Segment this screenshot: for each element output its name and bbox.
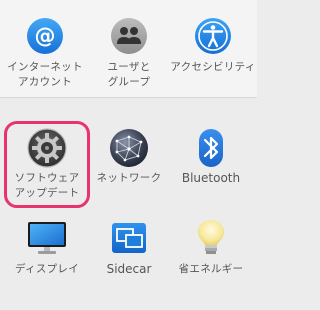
accessibility-icon xyxy=(193,16,233,60)
pane-bluetooth[interactable]: Bluetooth xyxy=(168,121,254,208)
section-divider xyxy=(0,97,257,98)
pane-label: Sidecar xyxy=(106,262,152,276)
pane-label: ネットワーク xyxy=(96,172,162,184)
pane-internet-accounts[interactable]: @ インターネット アカウント xyxy=(2,0,88,97)
at-sign-icon: @ xyxy=(25,16,65,60)
pane-accessibility[interactable]: アクセシビリティ xyxy=(170,0,256,97)
pane-displays[interactable]: ディスプレイ xyxy=(4,214,90,310)
sidecar-icon xyxy=(108,220,150,260)
pane-label: インターネット アカウント xyxy=(7,61,83,88)
pane-label: ユーザと グループ xyxy=(107,61,151,88)
pane-label: ディスプレイ xyxy=(14,263,80,275)
display-monitor-icon xyxy=(26,220,68,260)
pane-sidecar[interactable]: Sidecar xyxy=(86,214,172,310)
svg-text:@: @ xyxy=(35,24,56,48)
bluetooth-icon xyxy=(196,127,226,173)
gear-icon xyxy=(26,127,68,173)
light-bulb-icon xyxy=(195,218,227,262)
pane-label: 省エネルギー xyxy=(178,263,244,275)
pane-software-update[interactable]: ソフトウェア アップデート xyxy=(4,121,90,208)
pane-label: アクセシビリティ xyxy=(170,61,256,73)
pane-users-groups[interactable]: ユーザと グループ xyxy=(86,0,172,97)
users-icon xyxy=(109,16,149,60)
pane-network[interactable]: ネットワーク xyxy=(86,121,172,208)
pane-energy-saver[interactable]: 省エネルギー xyxy=(168,214,254,310)
globe-network-icon xyxy=(108,127,150,173)
pane-label: Bluetooth xyxy=(181,171,241,185)
pane-label: ソフトウェア アップデート xyxy=(14,172,80,199)
